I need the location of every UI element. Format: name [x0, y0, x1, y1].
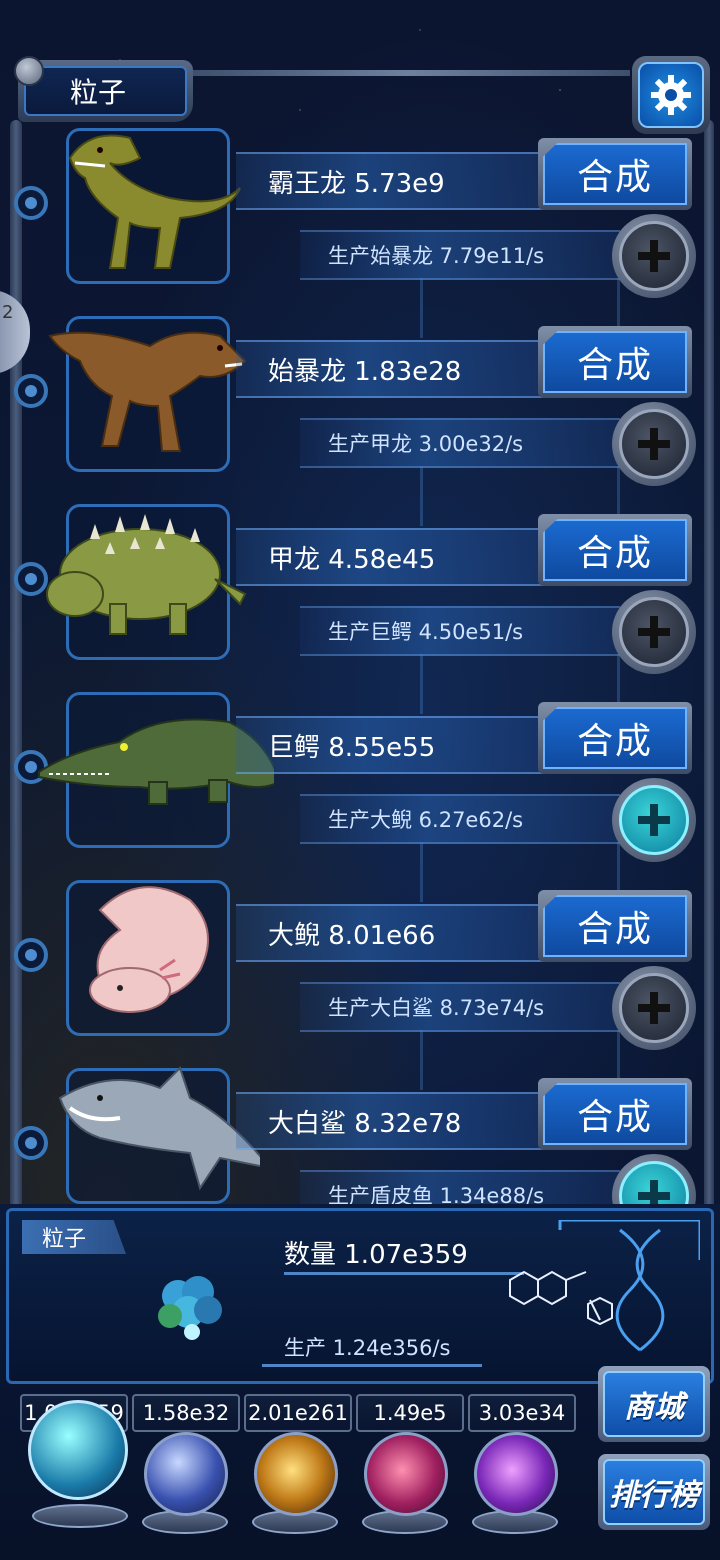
production-underline	[262, 1364, 482, 1367]
tyrannosaur-icon	[48, 331, 247, 452]
merge-button-label: 合成	[543, 519, 687, 581]
creature-name: 始暴龙 1.83e28	[236, 340, 556, 398]
creature-production: 生产巨鳄 4.50e51/s	[300, 606, 620, 656]
particle-icon	[158, 1276, 222, 1340]
dna-icon	[509, 1220, 700, 1352]
creature-row: 巨鳄 8.55e55 生产大鲵 6.27e62/s 合成	[0, 692, 720, 902]
merge-button[interactable]: 合成	[538, 702, 692, 774]
merge-button-label: 合成	[543, 1083, 687, 1145]
plus-icon	[638, 428, 670, 460]
merge-button[interactable]: 合成	[538, 514, 692, 586]
creature-production: 生产甲龙 3.00e32/s	[300, 418, 620, 468]
creature-production: 生产大鲵 6.27e62/s	[300, 794, 620, 844]
info-tag: 粒子	[22, 1220, 126, 1254]
quantity-underline	[284, 1272, 524, 1275]
shop-button[interactable]: 商城	[598, 1366, 710, 1442]
creature-name: 霸王龙 5.73e9	[236, 152, 556, 210]
gear-icon	[651, 75, 691, 115]
vortex-orb-button[interactable]	[474, 1432, 558, 1516]
brain-orb-button[interactable]	[364, 1432, 448, 1516]
creature-row: 大鲵 8.01e66 生产大白鲨 8.73e74/s 合成	[0, 880, 720, 1090]
merge-button[interactable]: 合成	[538, 326, 692, 398]
creature-name: 巨鳄 8.55e55	[236, 716, 556, 774]
settings-button[interactable]	[632, 56, 710, 134]
particle-quantity: 数量 1.07e359	[284, 1240, 468, 1270]
ranking-button[interactable]: 排行榜	[598, 1454, 710, 1530]
merge-button-label: 合成	[543, 707, 687, 769]
creature-row: 霸王龙 5.73e9 生产始暴龙 7.79e11/s 合成	[0, 128, 720, 338]
plus-icon	[638, 992, 670, 1024]
particle-production: 生产 1.24e356/s	[284, 1336, 451, 1360]
creature-name: 大鲵 8.01e66	[236, 904, 556, 962]
ankylosaurus-icon	[46, 514, 247, 635]
page-title: 粒子	[24, 66, 187, 116]
orb-pedestal	[32, 1504, 128, 1528]
shark-icon	[58, 1066, 260, 1191]
plus-icon	[638, 616, 670, 648]
creature-row: 甲龙 4.58e45 生产巨鳄 4.50e51/s 合成	[0, 504, 720, 714]
orb-selector	[20, 1400, 580, 1550]
t-rex-icon	[68, 134, 241, 269]
screw-icon	[14, 56, 44, 86]
plus-icon	[638, 240, 670, 272]
merge-button-label: 合成	[543, 143, 687, 205]
salamander-icon	[89, 886, 209, 1013]
creature-row: 始暴龙 1.83e28 生产甲龙 3.00e32/s 合成	[0, 316, 720, 526]
creature-production: 生产大白鲨 8.73e74/s	[300, 982, 620, 1032]
shop-button-label: 商城	[603, 1371, 705, 1437]
fire-orb-button[interactable]	[254, 1432, 338, 1516]
plus-icon	[638, 804, 670, 836]
merge-button[interactable]: 合成	[538, 138, 692, 210]
lightning-orb-button[interactable]	[144, 1432, 228, 1516]
merge-button-label: 合成	[543, 895, 687, 957]
top-frame-line	[190, 70, 630, 76]
crocodile-icon	[38, 718, 274, 805]
creature-production: 生产始暴龙 7.79e11/s	[300, 230, 620, 280]
add-button[interactable]	[612, 214, 696, 298]
add-button[interactable]	[612, 402, 696, 486]
merge-button-label: 合成	[543, 331, 687, 393]
ranking-button-label: 排行榜	[603, 1459, 705, 1525]
title-plate: 粒子	[18, 60, 193, 122]
merge-button[interactable]: 合成	[538, 1078, 692, 1150]
add-button[interactable]	[612, 778, 696, 862]
particle-orb-button[interactable]	[28, 1400, 128, 1500]
creature-name: 大白鲨 8.32e78	[236, 1092, 556, 1150]
add-button[interactable]	[612, 966, 696, 1050]
merge-button[interactable]: 合成	[538, 890, 692, 962]
creature-name: 甲龙 4.58e45	[236, 528, 556, 586]
add-button[interactable]	[612, 590, 696, 674]
